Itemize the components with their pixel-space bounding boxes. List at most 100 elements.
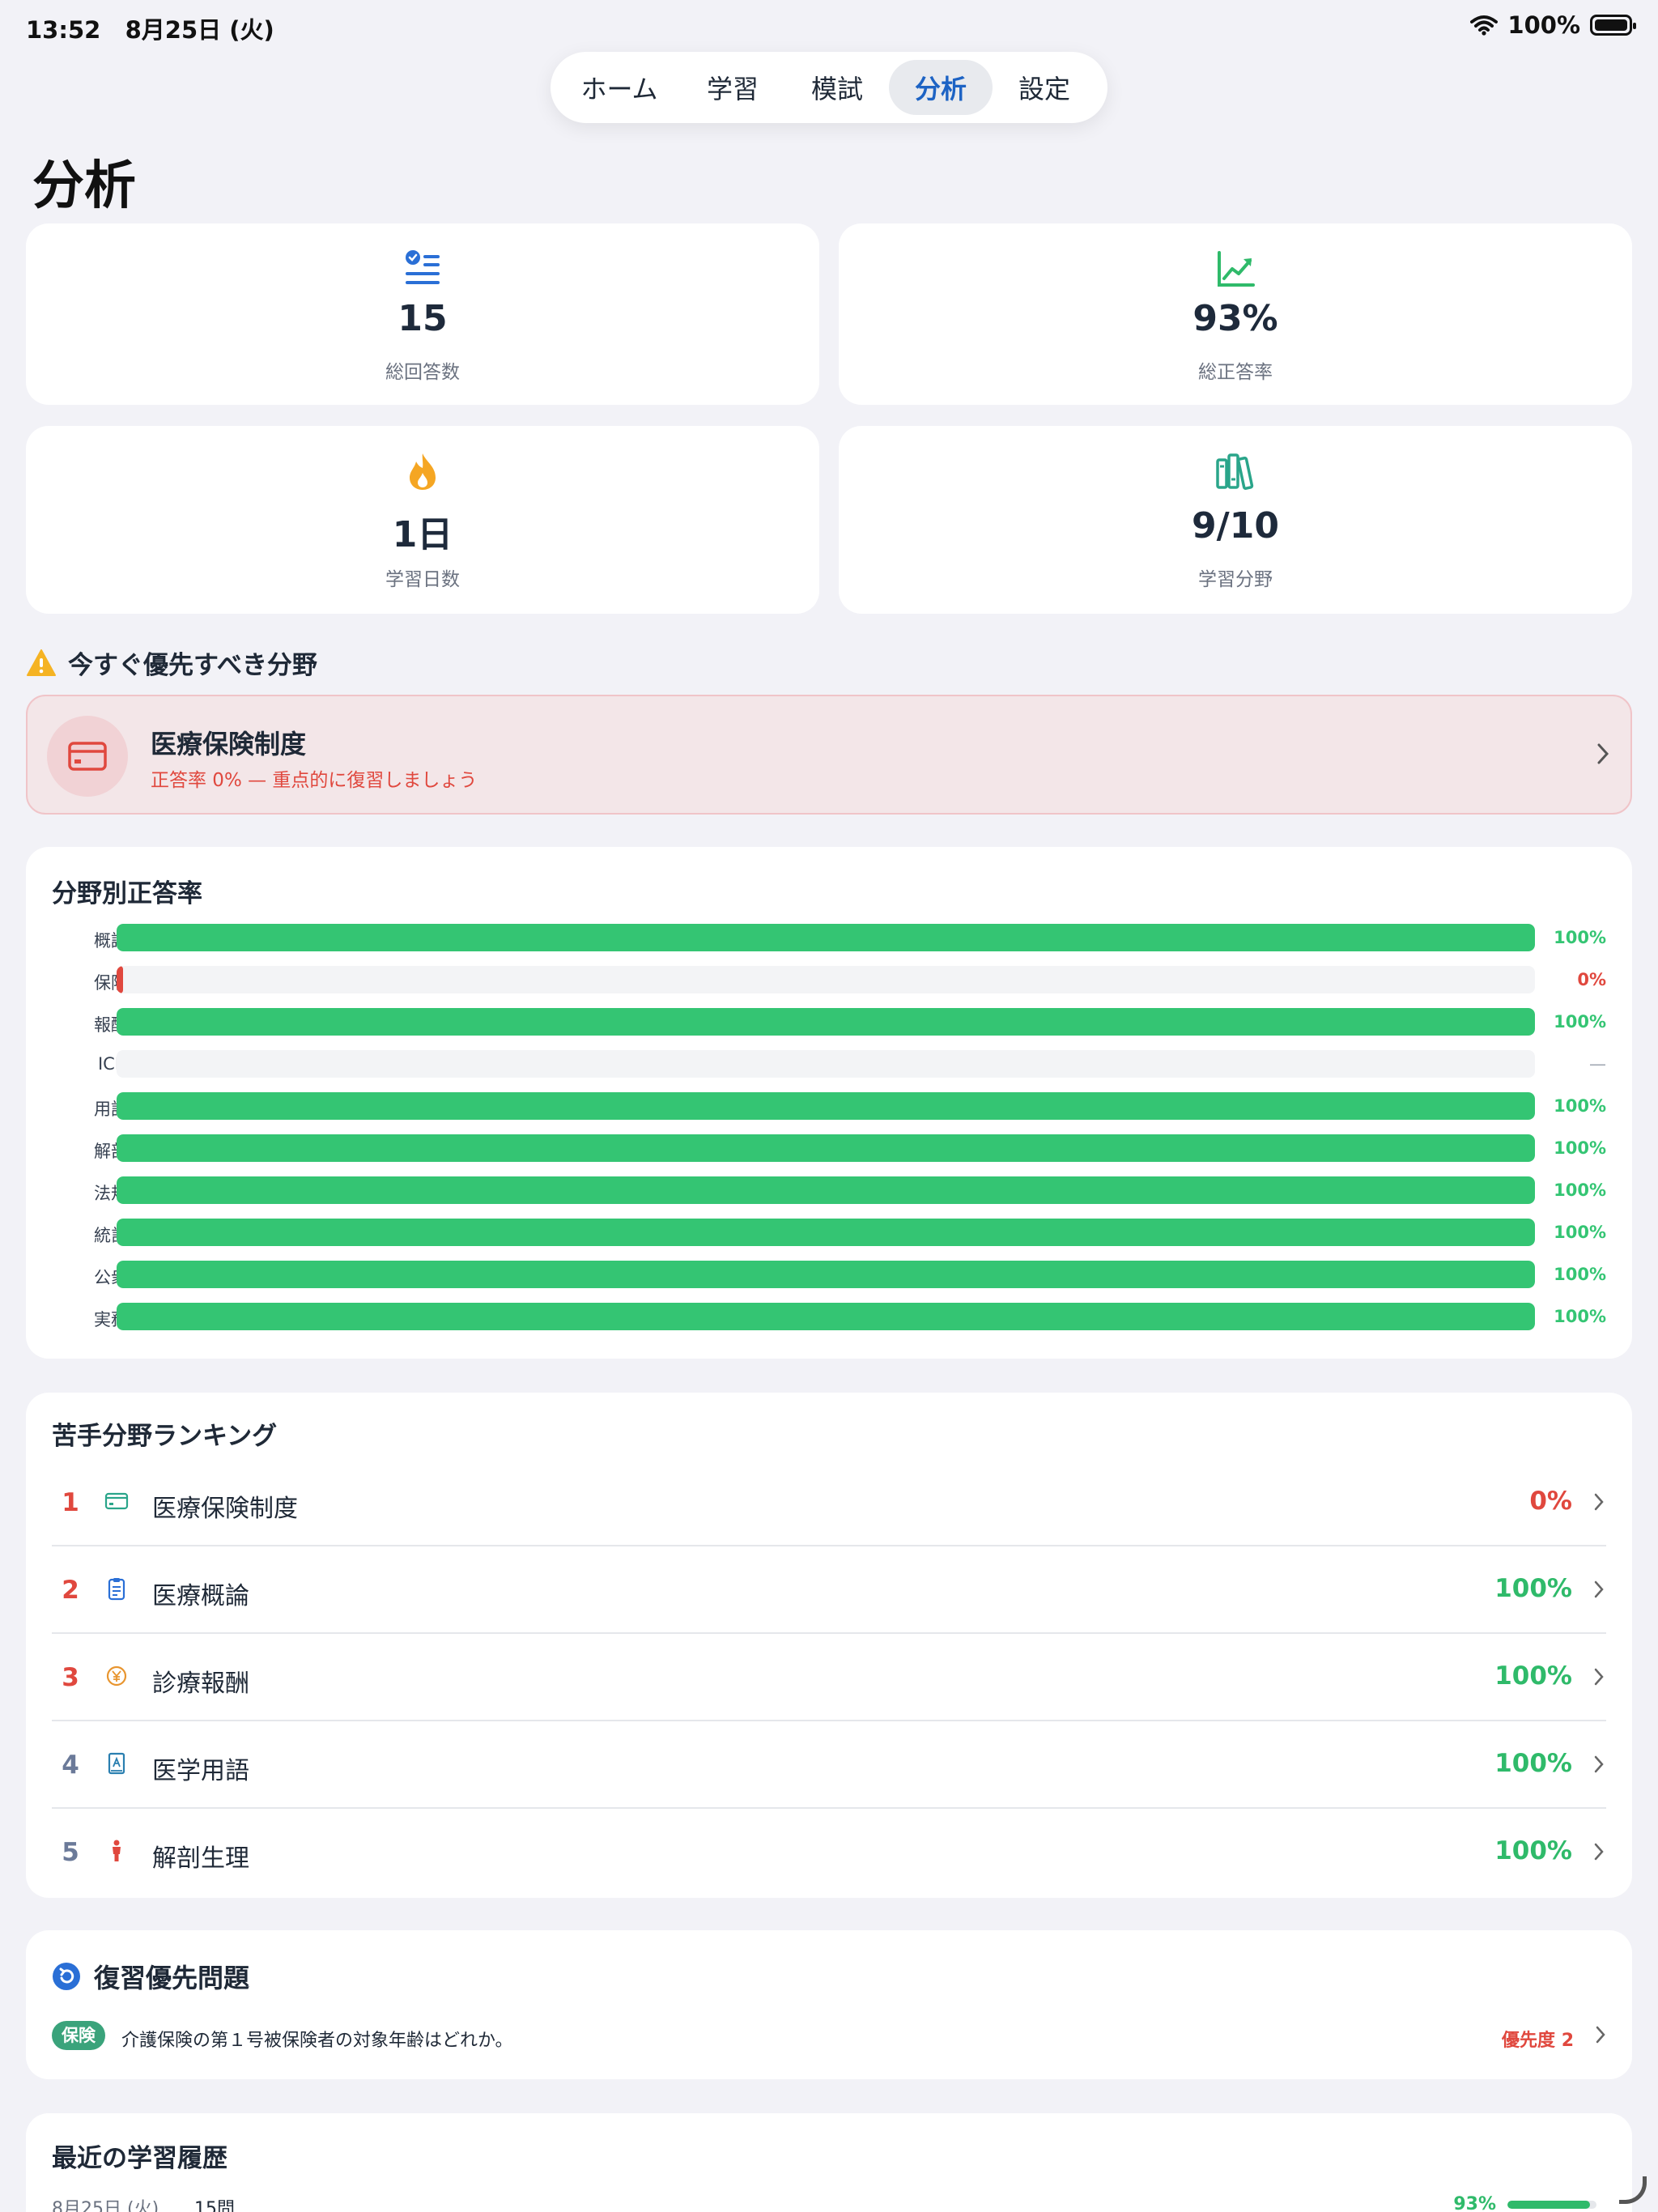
priority-heading: 今すぐ優先すべき分野 [26, 644, 317, 681]
review-priority-level: 優先度 2 [1502, 2031, 1574, 2051]
warning-icon [27, 649, 56, 676]
tab-home[interactable]: ホーム [559, 60, 680, 115]
rank-rate: 100% [1494, 1836, 1572, 1865]
review-priority-card: 復習優先問題 保険 介護保険の第１号被保険者の対象年齢はどれか。 優先度 2 [26, 1930, 1632, 2079]
rank-number: 3 [62, 1663, 79, 1692]
dictionary-icon [108, 1752, 125, 1775]
credit-card-icon [68, 742, 107, 771]
stat-card-fields: 9/10 学習分野 [839, 426, 1632, 614]
accuracy-bar-value: 0% [1577, 970, 1606, 989]
accuracy-bar-track [117, 966, 1535, 993]
ranking-title: 苦手分野ランキング [52, 1422, 278, 1451]
accuracy-bar-fill [117, 1176, 1535, 1204]
stat-value: 1日 [392, 514, 453, 555]
accuracy-bar-fill [117, 1303, 1535, 1330]
battery-icon [1590, 15, 1636, 36]
ranking-row[interactable]: 4 医学用語 100% [52, 1721, 1606, 1809]
stat-card-total-answers: 15 総回答数 [26, 223, 819, 405]
accuracy-bar-value: 100% [1554, 1096, 1606, 1116]
scroll-indicator [1619, 2176, 1647, 2204]
ranking-row[interactable]: 2 医療概論 100% [52, 1546, 1606, 1634]
accuracy-bar-fill [117, 1261, 1535, 1288]
tab-bar: ホーム 学習 模試 分析 設定 [551, 52, 1107, 123]
chevron-right-icon [1594, 1493, 1604, 1511]
accuracy-bar-fill [117, 1219, 1535, 1246]
accuracy-bar-label: 公衆 [94, 1268, 128, 1287]
chevron-right-icon [1594, 1580, 1604, 1598]
rank-field-name: 医学用語 [152, 1757, 249, 1785]
rank-number: 5 [62, 1838, 79, 1867]
rank-field-name: 医療保険制度 [152, 1495, 298, 1523]
rank-number: 4 [62, 1750, 79, 1780]
rank-number: 2 [62, 1576, 79, 1605]
status-indicators: 100% [1470, 11, 1636, 39]
person-icon [113, 1840, 121, 1861]
accuracy-by-field-title: 分野別正答率 [52, 879, 202, 908]
checklist-icon [406, 250, 440, 284]
rank-rate: 100% [1494, 1749, 1572, 1778]
recent-history-card: 最近の学習履歴 8月25日 (火) 15問 93% [26, 2113, 1632, 2212]
rank-rate: 0% [1529, 1487, 1572, 1516]
stat-label: 学習日数 [385, 569, 460, 590]
accuracy-bar-label: 用語 [94, 1100, 128, 1119]
accuracy-bar-fill [117, 924, 1535, 951]
status-time: 13:52 8月25日 (火) [26, 16, 274, 44]
tab-mock-exam[interactable]: 模試 [785, 60, 889, 115]
analysis-screen: 13:52 8月25日 (火) 100% ホーム 学習 模試 分析 設定 分析 [0, 0, 1658, 2212]
accuracy-bar-value: 100% [1554, 1180, 1606, 1200]
review-priority-title: 復習優先問題 [94, 1963, 250, 1993]
battery-percent: 100% [1507, 11, 1580, 39]
books-icon [1216, 453, 1254, 491]
accuracy-bar-fill [117, 966, 123, 993]
ranking-row[interactable]: 3 診療報酬 100% [52, 1634, 1606, 1721]
tab-study[interactable]: 学習 [680, 60, 785, 115]
history-progress-bar [1507, 2201, 1596, 2209]
accuracy-bar-row: 報酬 100% [26, 1006, 1632, 1038]
accuracy-bar-row: 保険 0% [26, 963, 1632, 996]
stat-label: 学習分野 [1198, 569, 1273, 590]
stat-value: 93% [1192, 298, 1278, 339]
accuracy-bar-row: 概論 100% [26, 921, 1632, 954]
accuracy-bar-label: 法規 [94, 1184, 128, 1203]
stat-card-accuracy: 93% 総正答率 [839, 223, 1632, 405]
trend-up-icon [1218, 251, 1255, 287]
accuracy-bar-label: 統計 [94, 1226, 128, 1245]
stat-label: 総回答数 [385, 362, 460, 383]
history-question-count: 15問 [194, 2199, 235, 2212]
history-row[interactable]: 8月25日 (火) 15問 93% [52, 2191, 1606, 2212]
flame-icon [410, 453, 436, 490]
ranking-row[interactable]: 5 解剖生理 100% [52, 1809, 1606, 1896]
accuracy-bar-value: 100% [1554, 1138, 1606, 1158]
accuracy-bar-value: 100% [1554, 1265, 1606, 1284]
priority-field-subtitle: 正答率 0% — 重点的に復習しましょう [151, 770, 478, 791]
accuracy-bar-value: 100% [1554, 928, 1606, 947]
rank-rate: 100% [1494, 1574, 1572, 1603]
chevron-right-icon [1594, 1755, 1604, 1773]
tab-settings[interactable]: 設定 [993, 60, 1096, 115]
history-rate: 93% [1453, 2194, 1496, 2212]
tab-analysis[interactable]: 分析 [889, 60, 993, 115]
priority-field-title: 医療保険制度 [151, 729, 307, 759]
accuracy-bar-track [117, 924, 1535, 951]
ranking-row[interactable]: 1 医療保険制度 0% [52, 1459, 1606, 1546]
priority-field-card[interactable]: 医療保険制度 正答率 0% — 重点的に復習しましょう [26, 695, 1632, 815]
accuracy-bar-fill [117, 1134, 1535, 1162]
priority-icon-badge [47, 716, 128, 797]
stat-card-study-days: 1日 学習日数 [26, 426, 819, 614]
accuracy-bar-value: — [1589, 1054, 1606, 1074]
accuracy-bar-value: 100% [1554, 1307, 1606, 1326]
accuracy-bar-row: 法規 100% [26, 1174, 1632, 1206]
priority-heading-text: 今すぐ優先すべき分野 [68, 651, 317, 680]
accuracy-bar-label: 解剖 [94, 1142, 128, 1161]
accuracy-bar-track [117, 1261, 1535, 1288]
refresh-icon [53, 1963, 80, 1990]
clipboard-icon [108, 1578, 125, 1601]
accuracy-bar-track [117, 1134, 1535, 1162]
review-question-row[interactable]: 保険 介護保険の第１号被保険者の対象年齢はどれか。 優先度 2 [52, 2016, 1606, 2055]
accuracy-by-field-card: 分野別正答率 概論 100% 保険 0% 報酬 100% ICD — 用語 100% 解剖 100% 法… [26, 847, 1632, 1359]
accuracy-bar-label: 報酬 [94, 1015, 128, 1035]
accuracy-bar-row: 解剖 100% [26, 1132, 1632, 1164]
accuracy-bar-value: 100% [1554, 1223, 1606, 1242]
review-question-text: 介護保険の第１号被保険者の対象年齢はどれか。 [121, 2031, 513, 2051]
accuracy-bar-track [117, 1008, 1535, 1036]
